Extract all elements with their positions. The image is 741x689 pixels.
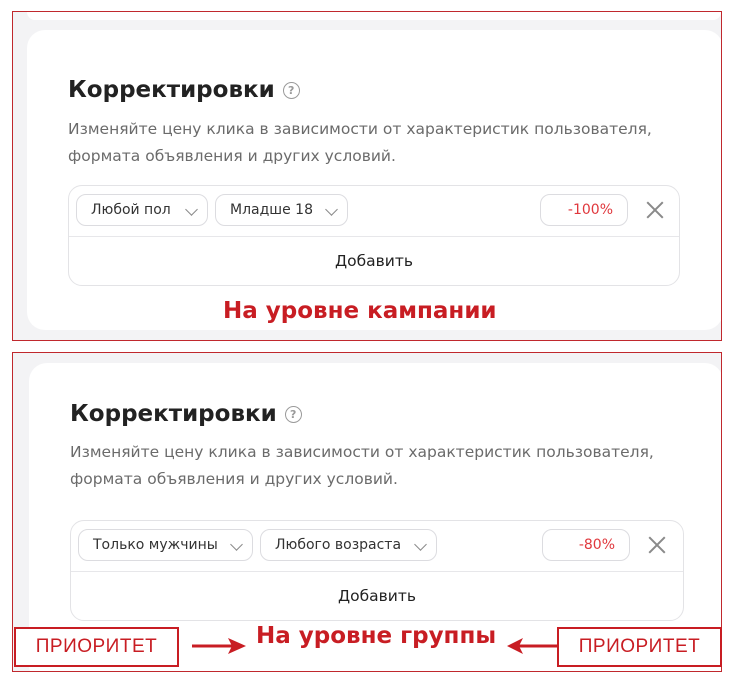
adjustment-rule-row: Только мужчины Любого возраста -80% <box>71 521 683 572</box>
priority-label-left: ПРИОРИТЕТ <box>14 627 179 667</box>
age-select[interactable]: Младше 18 <box>215 194 348 226</box>
description-line-2: формата объявления и других условий. <box>70 470 398 488</box>
add-button[interactable]: Добавить <box>71 572 683 620</box>
group-level-label: На уровне группы <box>256 623 497 649</box>
adjustments-title: Корректировки? <box>70 401 302 427</box>
description-line-1: Изменяйте цену клика в зависимости от ха… <box>70 443 654 461</box>
age-select-value: Младше 18 <box>230 202 313 218</box>
age-select-value: Любого возраста <box>275 537 402 553</box>
adjustments-table: Любой пол Младше 18 -100% Добавить <box>68 185 680 286</box>
adjustments-description: Изменяйте цену клика в зависимости от ха… <box>68 116 688 170</box>
chevron-down-icon <box>325 203 338 216</box>
campaign-level-label: На уровне кампании <box>223 298 497 324</box>
chevron-down-icon <box>414 538 427 551</box>
adjustment-rule-row: Любой пол Младше 18 -100% <box>69 186 679 237</box>
close-icon[interactable] <box>646 534 668 556</box>
chevron-down-icon <box>185 203 198 216</box>
help-icon[interactable]: ? <box>282 82 300 99</box>
gender-select-value: Любой пол <box>91 202 171 218</box>
previous-card-edge <box>27 12 721 20</box>
adjustments-card: Корректировки? Изменяйте цену клика в за… <box>27 30 721 330</box>
gender-select-value: Только мужчины <box>93 537 218 553</box>
adjustments-table: Только мужчины Любого возраста -80% Доба… <box>70 520 684 621</box>
close-icon[interactable] <box>644 199 666 221</box>
arrow-left-icon <box>507 638 557 654</box>
arrow-right-icon <box>192 638 246 654</box>
age-select[interactable]: Любого возраста <box>260 529 437 561</box>
adjustments-description: Изменяйте цену клика в зависимости от ха… <box>70 439 690 493</box>
priority-label-right: ПРИОРИТЕТ <box>557 627 722 667</box>
percent-input[interactable]: -80% <box>542 529 630 561</box>
adjustments-title-text: Корректировки <box>70 401 277 427</box>
gender-select[interactable]: Любой пол <box>76 194 208 226</box>
adjustments-title: Корректировки? <box>68 77 300 103</box>
description-line-2: формата объявления и других условий. <box>68 147 396 165</box>
percent-value: -100% <box>567 202 613 218</box>
gender-select[interactable]: Только мужчины <box>78 529 253 561</box>
campaign-level-panel: Корректировки? Изменяйте цену клика в за… <box>12 11 722 341</box>
adjustments-title-text: Корректировки <box>68 77 275 103</box>
help-icon[interactable]: ? <box>284 406 302 423</box>
chevron-down-icon <box>230 538 243 551</box>
description-line-1: Изменяйте цену клика в зависимости от ха… <box>68 120 652 138</box>
add-button[interactable]: Добавить <box>69 237 679 285</box>
percent-input[interactable]: -100% <box>540 194 628 226</box>
percent-value: -80% <box>578 537 615 553</box>
